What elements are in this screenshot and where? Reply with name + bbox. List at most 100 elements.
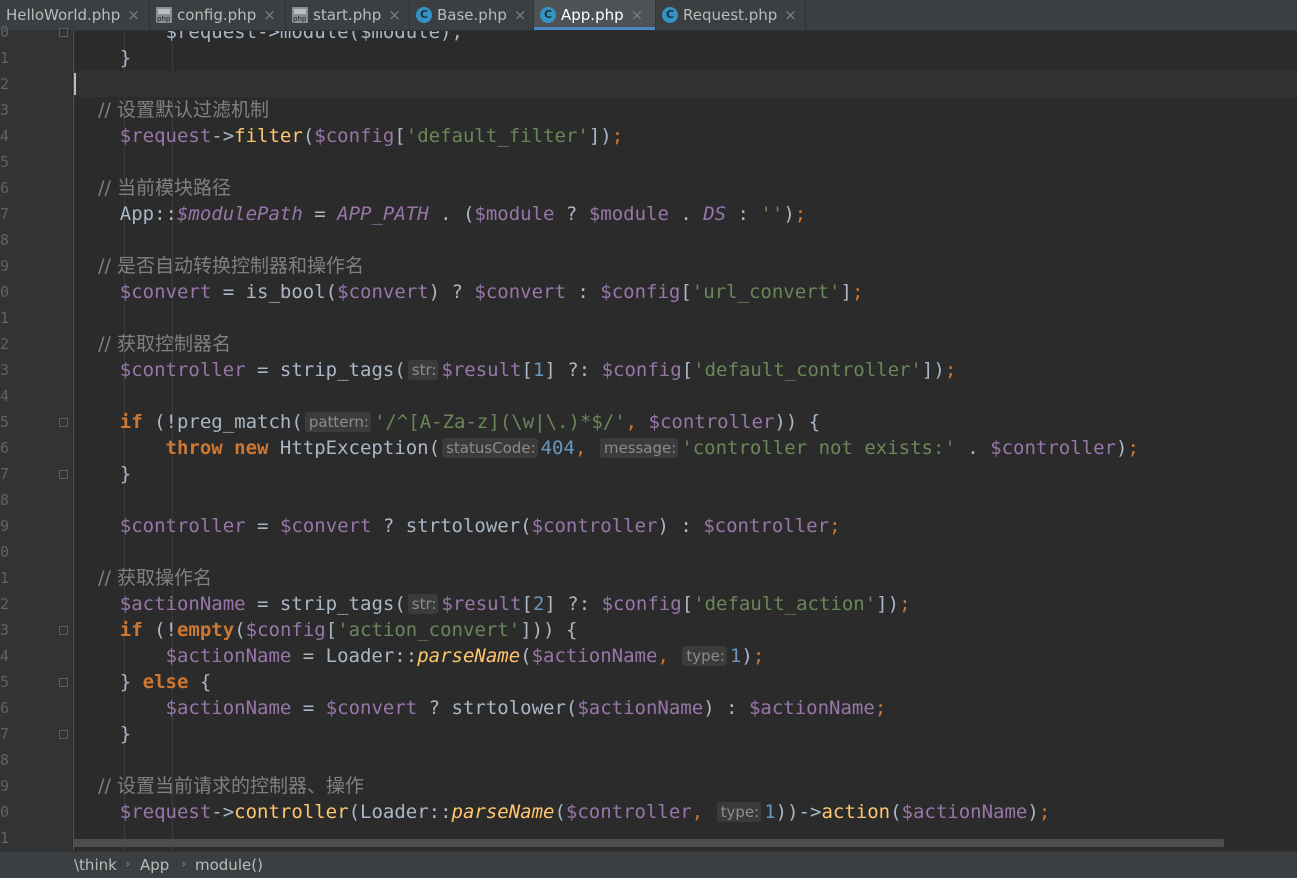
code-token: ; <box>752 645 765 667</box>
code-token: } <box>74 723 132 745</box>
php-class-icon <box>416 7 432 23</box>
tab-base[interactable]: Base.php × <box>410 0 534 30</box>
line-number: 8 <box>0 751 10 769</box>
code-token: APP_PATH <box>337 203 429 225</box>
horizontal-scrollbar[interactable] <box>74 839 1224 847</box>
tab-start[interactable]: start.php × <box>286 0 410 30</box>
close-icon[interactable]: × <box>514 0 527 30</box>
tab-config[interactable]: config.php × <box>150 0 286 30</box>
code-token: $convert <box>337 281 429 303</box>
code-token: $actionName <box>531 645 658 667</box>
tab-label: App.php <box>561 5 624 24</box>
breadcrumb-item[interactable]: \think <box>74 852 117 878</box>
code-token: , <box>625 411 649 433</box>
tab-label: Request.php <box>683 5 778 24</box>
fold-marker-icon[interactable] <box>59 678 68 687</box>
code-token: ) <box>741 645 753 667</box>
code-token: $controller <box>703 515 830 537</box>
code-token: $actionName <box>119 593 246 615</box>
code-editor[interactable]: $request->module($module); } // 设置默认过滤机制… <box>74 31 1297 851</box>
breadcrumb-item[interactable]: module() <box>195 852 263 878</box>
code-token: '/^[A-Za-z](\w|\.)*$/' <box>373 411 626 433</box>
line-number: 1 <box>0 49 10 67</box>
code-token: '' <box>760 203 784 225</box>
code-token: else <box>142 671 189 693</box>
fold-marker-icon[interactable] <box>59 28 68 37</box>
code-line: // 设置当前请求的控制器、操作 <box>74 773 1297 799</box>
parameter-hint: str: <box>407 594 439 614</box>
line-number: 7 <box>0 205 10 223</box>
tab-label: config.php <box>177 5 257 24</box>
close-icon[interactable]: × <box>263 0 276 30</box>
close-icon[interactable]: × <box>127 0 140 30</box>
code-token: [ <box>681 593 694 615</box>
code-token: } <box>74 671 143 693</box>
line-number: 7 <box>0 465 10 483</box>
code-line: $actionName = Loader::parseName($actionN… <box>74 643 1297 669</box>
code-token: // 是否自动转换控制器和操作名 <box>74 255 365 277</box>
code-line: $request->filter($config['default_filter… <box>74 123 1297 149</box>
line-number: 8 <box>0 231 10 249</box>
code-token: [ <box>681 359 694 381</box>
line-number: 9 <box>0 777 10 795</box>
code-token: // 设置默认过滤机制 <box>74 99 270 121</box>
breadcrumb-item[interactable]: App <box>140 852 169 878</box>
code-token: 1 <box>764 801 776 823</box>
code-token: $actionName <box>577 697 704 719</box>
line-number: 9 <box>0 257 10 275</box>
code-token: ]) <box>876 593 900 615</box>
code-line: } <box>74 461 1297 487</box>
code-token: ( <box>554 801 566 823</box>
close-icon[interactable]: × <box>631 0 644 30</box>
code-token: 'default_controller' <box>693 359 922 381</box>
fold-marker-icon[interactable] <box>59 470 68 479</box>
parameter-hint: str: <box>407 360 439 380</box>
code-token: $convert <box>474 281 566 303</box>
chevron-right-icon: › <box>125 857 131 872</box>
line-number: 1 <box>0 569 10 587</box>
code-token: = strip_tags( <box>245 593 406 615</box>
fold-marker-icon[interactable] <box>59 418 68 427</box>
code-token: -> <box>211 125 235 147</box>
parameter-hint: message: <box>599 438 679 458</box>
code-token: ; <box>829 515 841 537</box>
code-token: // 设置当前请求的控制器、操作 <box>74 775 365 797</box>
code-token: $actionName <box>165 697 292 719</box>
code-token: parseName <box>417 645 521 667</box>
tab-helloworld[interactable]: HelloWorld.php × <box>0 0 150 30</box>
line-number: 5 <box>0 153 10 171</box>
code-line: $controller = $convert ? strtolower($con… <box>74 513 1297 539</box>
code-line: App::$modulePath = APP_PATH . ($module ?… <box>74 201 1297 227</box>
code-token: ? <box>554 203 589 225</box>
close-icon[interactable]: × <box>388 0 401 30</box>
fold-marker-icon[interactable] <box>59 626 68 635</box>
code-token: ] ?: <box>544 359 602 381</box>
tab-app[interactable]: App.php × <box>534 0 656 30</box>
code-token: DS <box>703 203 727 225</box>
code-token: ; <box>851 281 864 303</box>
close-icon[interactable]: × <box>784 0 797 30</box>
breadcrumb: \think › App › module() <box>0 851 1297 878</box>
code-token: // 获取控制器名 <box>74 333 232 355</box>
tab-request[interactable]: Request.php × <box>656 0 806 30</box>
code-token: $config <box>600 281 681 303</box>
code-token: ] <box>840 281 852 303</box>
line-number: 6 <box>0 439 10 457</box>
code-token: ; <box>874 697 887 719</box>
code-token: } <box>74 463 132 485</box>
code-token: $actionName <box>901 801 1028 823</box>
code-token: ; <box>944 359 957 381</box>
code-line: // 设置默认过滤机制 <box>74 97 1297 123</box>
code-token: ] ?: <box>544 593 602 615</box>
code-token: ? strtolower( <box>371 515 532 537</box>
fold-marker-icon[interactable] <box>59 730 68 739</box>
code-token: = strip_tags( <box>245 359 406 381</box>
line-number: 3 <box>0 361 10 379</box>
code-token: if <box>119 619 143 641</box>
code-token: controller <box>234 801 349 823</box>
line-number: 3 <box>0 621 10 639</box>
